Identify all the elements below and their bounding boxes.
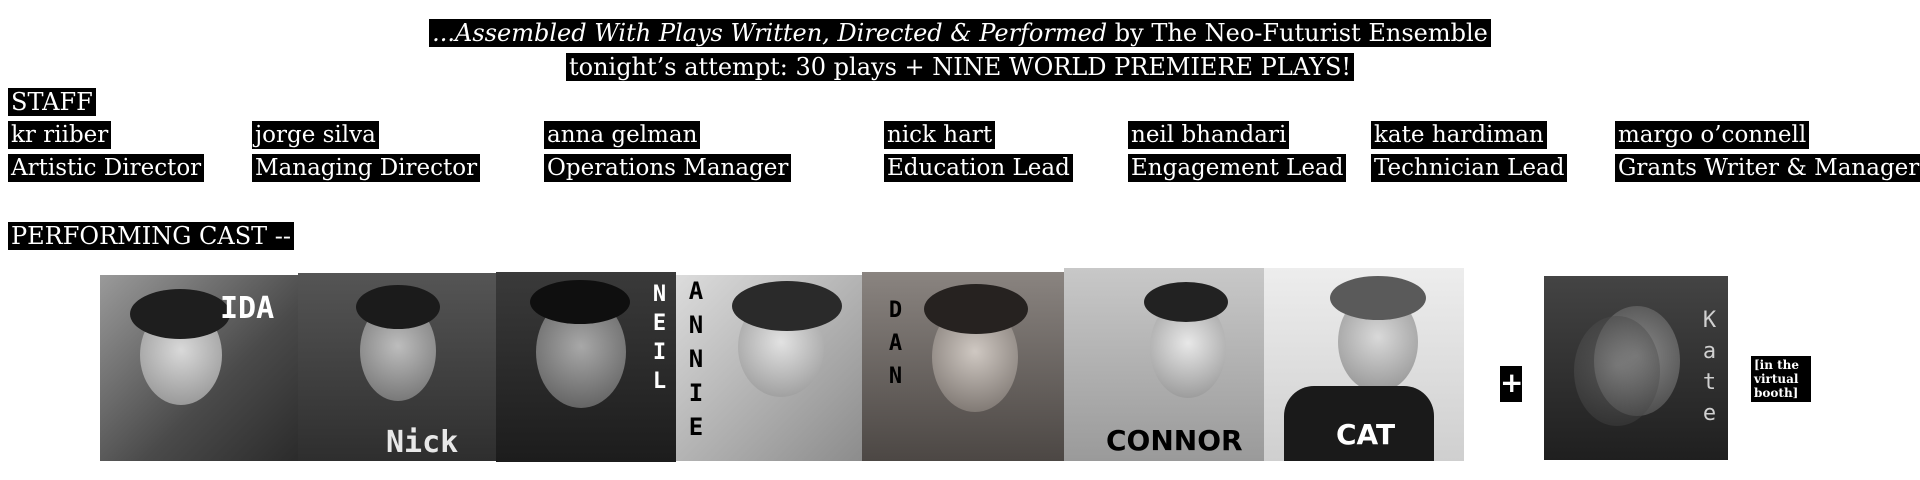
staff-role: Grants Writer & Manager [1615,154,1920,182]
staff-role: Technician Lead [1371,154,1568,182]
header-line-2: tonight’s attempt: 30 plays + NINE WORLD… [0,52,1920,82]
header-line-2-text: tonight’s attempt: 30 plays + NINE WORLD… [565,53,1355,81]
staff-name: kr riiber [8,121,112,149]
cast-label: Nick [386,425,459,460]
staff-role: Education Lead [884,154,1073,182]
cast-label: ANNIE [682,277,710,447]
header-line-1-rest: by The Neo-Futurist Ensemble [1107,19,1488,47]
cast-label: CAT [1336,418,1396,451]
portrait-hair [130,289,230,339]
cast-photo-cat: CAT [1264,268,1464,461]
cast-label: NEIL [647,282,672,398]
staff-role: Operations Manager [544,154,792,182]
cast-photo-annie: ANNIE [676,275,862,461]
cast-photo-connor: CONNOR [1064,268,1264,461]
staff-heading: STAFF [8,88,96,116]
staff-name: margo o’connell [1615,121,1810,149]
portrait-hair [530,280,630,324]
staff-name: nick hart [884,121,996,149]
portrait-hair [1330,276,1426,320]
portrait-hair [356,285,440,329]
cast-photo-dan: DAN [862,272,1064,461]
staff-role: Managing Director [252,154,481,182]
cast-label: DAN [883,298,908,397]
plus-sign: + [1500,366,1523,402]
portrait-hair [1144,282,1228,322]
cast-photo-nick: Nick [298,273,496,461]
staff-name: jorge silva [252,121,379,149]
staff-role: Engagement Lead [1128,154,1347,182]
cast-label-vertical: DAN [882,298,908,397]
cast-label: CONNOR [1106,424,1243,457]
cast-heading: PERFORMING CAST -- [8,222,294,250]
cast-label-vertical: Kate [1696,308,1722,432]
cast-photo-neil: NEIL [496,272,676,462]
cast-label: Kate [1697,308,1722,432]
staff-name: anna gelman [544,121,701,149]
portrait-hair [732,281,842,331]
staff-name: kate hardiman [1371,121,1547,149]
portrait-hair [924,284,1028,334]
staff-role: Artistic Director [8,154,205,182]
cast-label: IDA [220,291,275,326]
header-line-1-italic: ...Assembled With Plays Written, Directe… [432,19,1108,47]
cast-label-vertical: NEIL [646,282,672,398]
cast-photo-kate: Kate [1544,276,1728,460]
cast-label-vertical: ANNIE [682,277,710,447]
virtual-booth-note: [in the virtual booth] [1751,356,1811,402]
header-line-1: ...Assembled With Plays Written, Directe… [0,18,1920,48]
staff-name: neil bhandari [1128,121,1290,149]
cast-photo-ida: IDA [100,275,298,461]
portrait-face-blur [1574,316,1660,426]
